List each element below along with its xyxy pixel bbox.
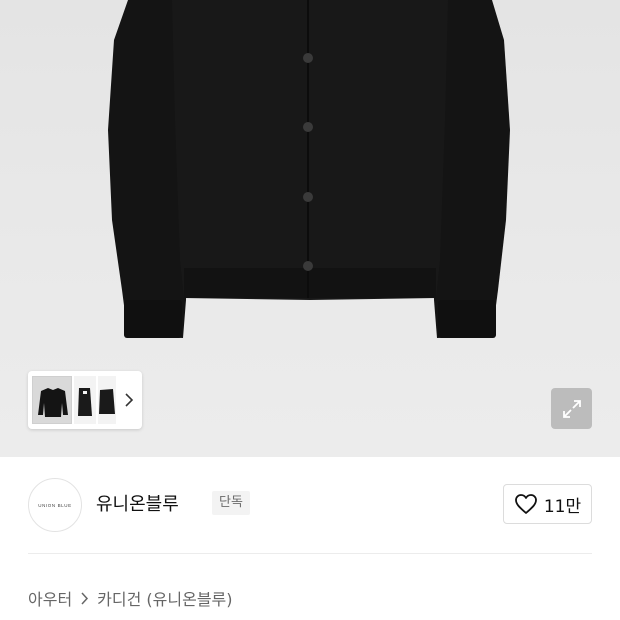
brand-logo[interactable]: UNION BLUE (28, 478, 82, 532)
cardigan-front-thumbnail-icon (38, 388, 68, 417)
breadcrumb-item-outer[interactable]: 아우터 (28, 586, 72, 610)
brand-name[interactable]: 유니온블루 (96, 490, 179, 516)
expand-icon (562, 399, 581, 418)
product-image[interactable] (0, 0, 620, 457)
like-button[interactable]: 11만 (503, 484, 592, 524)
heart-icon (514, 494, 537, 514)
thumbnail-2[interactable] (74, 376, 96, 424)
chevron-right-icon (80, 591, 89, 605)
thumbnail-1[interactable] (32, 376, 72, 424)
breadcrumb-item-cardigan[interactable]: 카디건 (유니온블루) (97, 586, 232, 610)
breadcrumb: 아우터 카디건 (유니온블루) (28, 586, 233, 610)
brand-logo-text: UNION BLUE (38, 502, 72, 508)
thumbnail-next-button[interactable] (120, 387, 138, 413)
chevron-right-icon (125, 393, 134, 407)
exclusive-badge: 단독 (212, 491, 250, 515)
cardigan-side-thumbnail-icon (78, 388, 92, 416)
expand-image-button[interactable] (551, 388, 592, 429)
thumbnail-strip (28, 371, 142, 429)
like-count: 11만 (543, 496, 582, 517)
brand-row: UNION BLUE 유니온블루 단독 11만 (0, 457, 620, 553)
divider (28, 553, 592, 554)
cardigan-back-thumbnail-icon (99, 389, 115, 414)
thumbnail-3[interactable] (98, 376, 116, 424)
